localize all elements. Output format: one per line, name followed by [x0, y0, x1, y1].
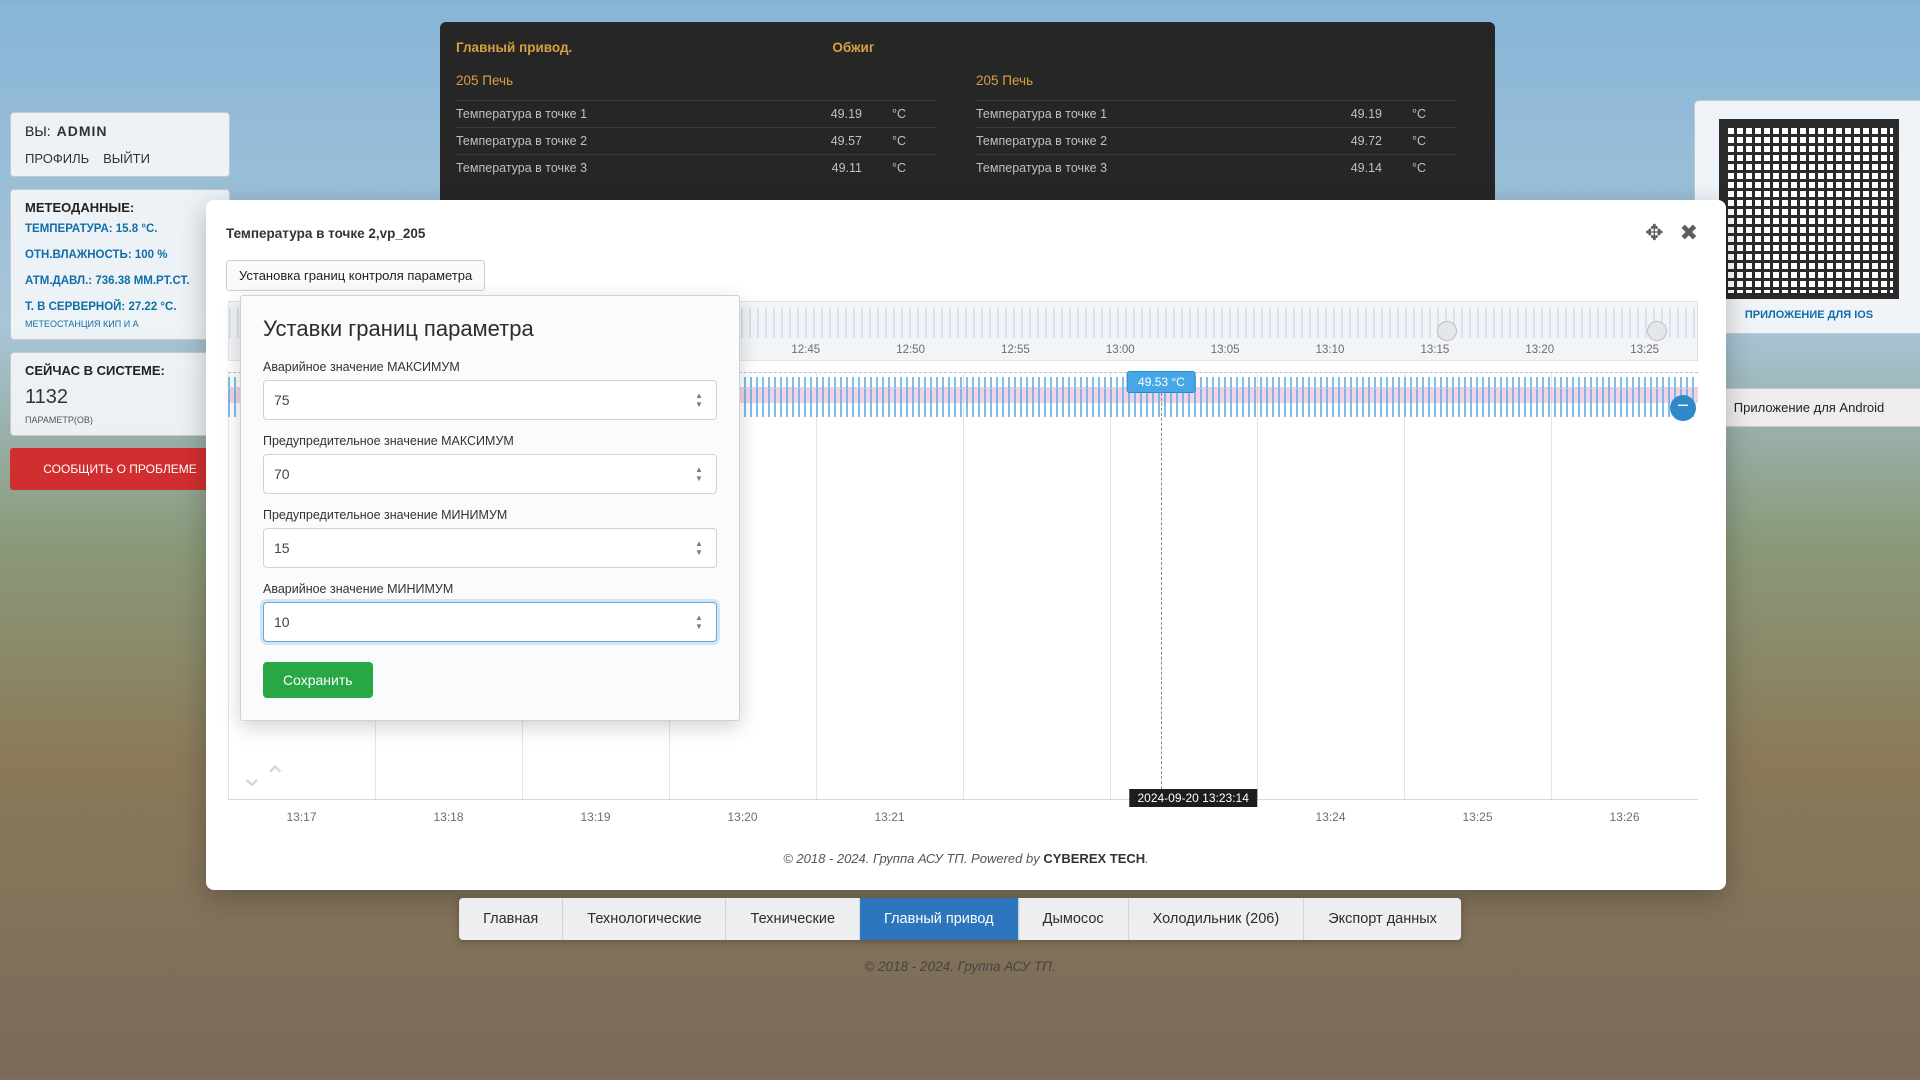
meteo-temp: ТЕМПЕРАТУРА: 15.8 °C.	[25, 223, 215, 235]
alarm-max-input[interactable]	[263, 380, 717, 420]
alarm-min-input[interactable]	[263, 602, 717, 642]
system-panel: СЕЙЧАС В СИСТЕМЕ: 1132 ПАРАМЕТР(ОВ)	[10, 352, 230, 436]
chart-tooltip: 49.53 °C	[1127, 371, 1196, 393]
nav-fridge[interactable]: Холодильник (206)	[1129, 898, 1305, 940]
warn-min-label: Предупредительное значение МИНИМУМ	[263, 508, 717, 522]
logout-link[interactable]: ВЫЙТИ	[103, 151, 150, 166]
modal-footer: © 2018 - 2024. Группа АСУ ТП. Powered by…	[206, 851, 1726, 866]
zoom-out-button[interactable]: −	[1670, 395, 1696, 421]
warn-max-label: Предупредительное значение МАКСИМУМ	[263, 434, 717, 448]
meteo-source: МЕТЕОСТАНЦИЯ КИП И А	[25, 319, 215, 329]
qr-code-icon	[1719, 119, 1899, 299]
meteo-humidity: ОТН.ВЛАЖНОСТЬ: 100 %	[25, 249, 215, 261]
android-app-button[interactable]: Приложение для Android	[1694, 388, 1920, 427]
vr-icon: ⌄⌃	[240, 760, 287, 793]
section-title-left: 205 Печь	[456, 73, 936, 88]
meteo-panel: МЕТЕОДАННЫЕ: ТЕМПЕРАТУРА: 15.8 °C. ОТН.В…	[10, 189, 230, 340]
data-col-right: 205 Печь Температура в точке 1 49.19 °C …	[976, 73, 1456, 181]
nav-home[interactable]: Главная	[459, 898, 563, 940]
report-problem-button[interactable]: СООБЩИТЬ О ПРОБЛЕМЕ	[10, 448, 230, 490]
user-you-label: ВЫ:	[25, 123, 51, 139]
table-row[interactable]: Температура в точке 1 49.19 °C	[456, 100, 936, 127]
bottom-nav: Главная Технологические Технические Глав…	[459, 898, 1461, 940]
meteo-title: МЕТЕОДАННЫЕ:	[25, 200, 215, 215]
user-name: ADMIN	[57, 123, 108, 139]
card-tab-left[interactable]: Главный привод.	[456, 40, 572, 55]
table-row[interactable]: Температура в точке 2 49.57 °C	[456, 127, 936, 154]
chart-crosshair-xlabel: 2024-09-20 13:23:14	[1129, 789, 1256, 807]
section-title-right: 205 Печь	[976, 73, 1456, 88]
warn-min-input[interactable]	[263, 528, 717, 568]
user-panel: ВЫ: ADMIN ПРОФИЛЬ ВЫЙТИ	[10, 112, 230, 177]
alarm-max-label: Аварийное значение МАКСИМУМ	[263, 360, 717, 374]
nav-export[interactable]: Экспорт данных	[1304, 898, 1461, 940]
table-row[interactable]: Температура в точке 3 49.14 °C	[976, 154, 1456, 181]
system-title: СЕЙЧАС В СИСТЕМЕ:	[25, 363, 215, 378]
nav-tech1[interactable]: Технологические	[563, 898, 726, 940]
spinner-icon[interactable]: ▲▼	[695, 539, 705, 557]
card-tab-right[interactable]: Обжиг	[832, 40, 874, 55]
profile-link[interactable]: ПРОФИЛЬ	[25, 151, 89, 166]
close-icon[interactable]: ✖	[1680, 220, 1698, 246]
modal-title: Температура в точке 2,vp_205	[226, 226, 425, 241]
popover-title: Уставки границ параметра	[263, 316, 717, 342]
table-row[interactable]: Температура в точке 2 49.72 °C	[976, 127, 1456, 154]
spinner-icon[interactable]: ▲▼	[695, 613, 705, 631]
navigator-handle-left[interactable]	[1437, 321, 1457, 341]
qr-panel: ПРИЛОЖЕНИЕ ДЛЯ IOS	[1694, 100, 1920, 334]
save-button[interactable]: Сохранить	[263, 662, 373, 698]
nav-tech2[interactable]: Технические	[727, 898, 861, 940]
spinner-icon[interactable]: ▲▼	[695, 391, 705, 409]
meteo-pressure: АТМ.ДАВЛ.: 736.38 ММ.РТ.СТ.	[25, 275, 215, 287]
table-row[interactable]: Температура в точке 3 49.11 °C	[456, 154, 936, 181]
alarm-min-label: Аварийное значение МИНИМУМ	[263, 582, 717, 596]
warn-max-input[interactable]	[263, 454, 717, 494]
limits-settings-button[interactable]: Установка границ контроля параметра	[226, 260, 485, 291]
page-footer: © 2018 - 2024. Группа АСУ ТП.	[0, 959, 1920, 974]
system-sub: ПАРАМЕТР(ОВ)	[25, 415, 215, 425]
nav-fan[interactable]: Дымосос	[1019, 898, 1129, 940]
data-col-left: 205 Печь Температура в точке 1 49.19 °C …	[456, 73, 936, 181]
table-row[interactable]: Температура в точке 1 49.19 °C	[976, 100, 1456, 127]
move-icon[interactable]: ✥	[1645, 220, 1663, 246]
meteo-server-t: Т. В СЕРВЕРНОЙ: 27.22 °C.	[25, 301, 215, 313]
limits-popover: Уставки границ параметра Аварийное значе…	[240, 295, 740, 721]
system-count: 1132	[25, 386, 215, 409]
nav-main-drive[interactable]: Главный привод	[860, 898, 1019, 940]
chart-crosshair	[1161, 373, 1162, 799]
chart-x-ticks: 13:17 13:18 13:19 13:20 13:21 13:24 13:2…	[228, 810, 1698, 824]
spinner-icon[interactable]: ▲▼	[695, 465, 705, 483]
navigator-handle-right[interactable]	[1647, 321, 1667, 341]
ios-app-link[interactable]: ПРИЛОЖЕНИЕ ДЛЯ IOS	[1707, 309, 1911, 321]
